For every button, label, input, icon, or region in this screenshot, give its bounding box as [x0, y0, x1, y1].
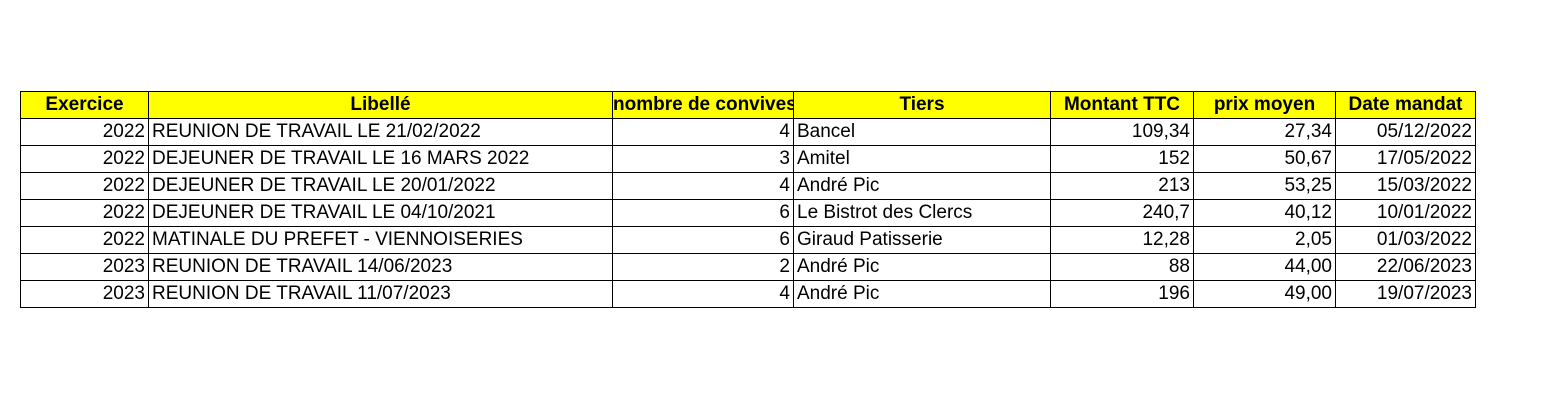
table-row: 2022 DEJEUNER DE TRAVAIL LE 04/10/2021 6…	[20, 199, 1476, 227]
header-exercice: Exercice	[20, 91, 149, 119]
cell-libelle: DEJEUNER DE TRAVAIL LE 04/10/2021	[148, 199, 613, 227]
cell-exercice: 2023	[20, 280, 149, 308]
cell-date-mandat: 17/05/2022	[1335, 145, 1476, 173]
cell-prix-moyen: 27,34	[1193, 118, 1336, 146]
cell-montant-ttc: 196	[1050, 280, 1194, 308]
header-libelle: Libellé	[148, 91, 613, 119]
cell-libelle: DEJEUNER DE TRAVAIL LE 20/01/2022	[148, 172, 613, 200]
cell-date-mandat: 22/06/2023	[1335, 253, 1476, 281]
cell-tiers: Le Bistrot des Clercs	[793, 199, 1051, 227]
cell-tiers: Amitel	[793, 145, 1051, 173]
cell-tiers: André Pic	[793, 280, 1051, 308]
cell-libelle: REUNION DE TRAVAIL LE 21/02/2022	[148, 118, 613, 146]
cell-nombre-convives: 6	[612, 199, 794, 227]
cell-prix-moyen: 2,05	[1193, 226, 1336, 254]
cell-tiers: André Pic	[793, 172, 1051, 200]
table-row: 2022 DEJEUNER DE TRAVAIL LE 20/01/2022 4…	[20, 172, 1476, 200]
table-row: 2022 DEJEUNER DE TRAVAIL LE 16 MARS 2022…	[20, 145, 1476, 173]
cell-exercice: 2023	[20, 253, 149, 281]
cell-tiers: André Pic	[793, 253, 1051, 281]
cell-date-mandat: 19/07/2023	[1335, 280, 1476, 308]
cell-prix-moyen: 49,00	[1193, 280, 1336, 308]
cell-exercice: 2022	[20, 226, 149, 254]
cell-tiers: Bancel	[793, 118, 1051, 146]
cell-nombre-convives: 6	[612, 226, 794, 254]
header-tiers: Tiers	[793, 91, 1051, 119]
cell-nombre-convives: 2	[612, 253, 794, 281]
cell-exercice: 2022	[20, 199, 149, 227]
cell-montant-ttc: 152	[1050, 145, 1194, 173]
cell-prix-moyen: 44,00	[1193, 253, 1336, 281]
cell-montant-ttc: 88	[1050, 253, 1194, 281]
header-date-mandat: Date mandat	[1335, 91, 1476, 119]
header-montant-ttc: Montant TTC	[1050, 91, 1194, 119]
cell-date-mandat: 05/12/2022	[1335, 118, 1476, 146]
header-row: Exercice Libellé nombre de convives Tier…	[20, 91, 1476, 119]
table-row: 2022 REUNION DE TRAVAIL LE 21/02/2022 4 …	[20, 118, 1476, 146]
cell-exercice: 2022	[20, 172, 149, 200]
cell-libelle: MATINALE DU PREFET - VIENNOISERIES	[148, 226, 613, 254]
cell-nombre-convives: 3	[612, 145, 794, 173]
table-row: 2023 REUNION DE TRAVAIL 11/07/2023 4 And…	[20, 280, 1476, 308]
header-prix-moyen: prix moyen	[1193, 91, 1336, 119]
header-nombre-convives: nombre de convives	[612, 91, 794, 119]
cell-montant-ttc: 12,28	[1050, 226, 1194, 254]
cell-prix-moyen: 53,25	[1193, 172, 1336, 200]
cell-prix-moyen: 40,12	[1193, 199, 1336, 227]
cell-montant-ttc: 240,7	[1050, 199, 1194, 227]
expense-table: Exercice Libellé nombre de convives Tier…	[20, 91, 1476, 308]
table-row: 2023 REUNION DE TRAVAIL 14/06/2023 2 And…	[20, 253, 1476, 281]
cell-exercice: 2022	[20, 145, 149, 173]
cell-libelle: REUNION DE TRAVAIL 14/06/2023	[148, 253, 613, 281]
cell-date-mandat: 15/03/2022	[1335, 172, 1476, 200]
cell-date-mandat: 01/03/2022	[1335, 226, 1476, 254]
cell-libelle: REUNION DE TRAVAIL 11/07/2023	[148, 280, 613, 308]
cell-date-mandat: 10/01/2022	[1335, 199, 1476, 227]
cell-libelle: DEJEUNER DE TRAVAIL LE 16 MARS 2022	[148, 145, 613, 173]
cell-montant-ttc: 109,34	[1050, 118, 1194, 146]
cell-exercice: 2022	[20, 118, 149, 146]
cell-montant-ttc: 213	[1050, 172, 1194, 200]
table-row: 2022 MATINALE DU PREFET - VIENNOISERIES …	[20, 226, 1476, 254]
cell-tiers: Giraud Patisserie	[793, 226, 1051, 254]
cell-nombre-convives: 4	[612, 172, 794, 200]
cell-prix-moyen: 50,67	[1193, 145, 1336, 173]
cell-nombre-convives: 4	[612, 118, 794, 146]
cell-nombre-convives: 4	[612, 280, 794, 308]
